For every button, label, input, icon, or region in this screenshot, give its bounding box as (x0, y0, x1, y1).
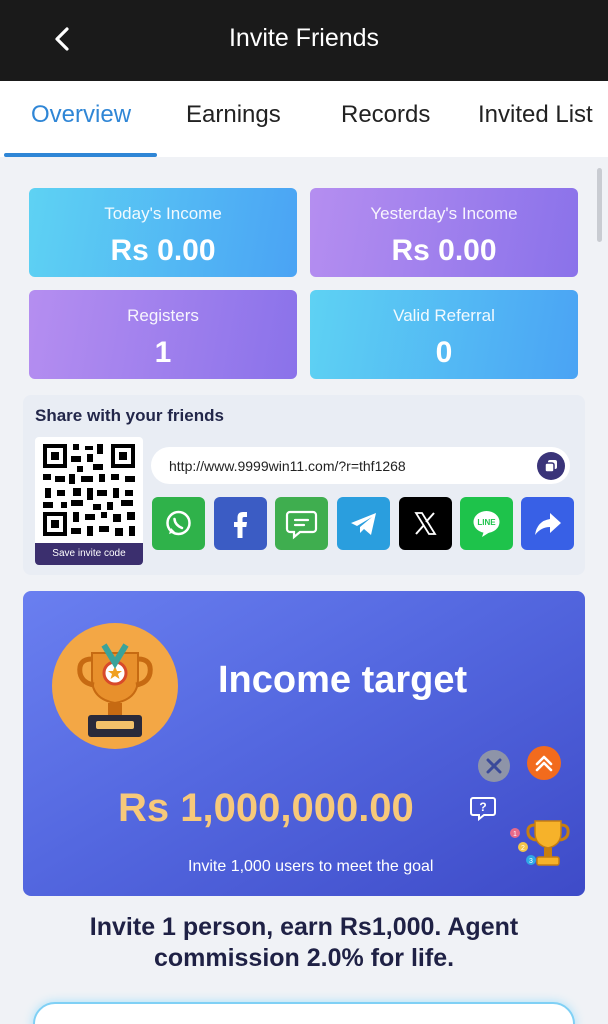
copy-icon (544, 460, 557, 473)
stat-value: 0 (435, 336, 453, 369)
stat-label: Today's Income (104, 204, 222, 223)
commission-promo-text: Invite 1 person, earn Rs1,000. Agent com… (0, 912, 608, 974)
invite-link-text: http://www.9999win11.com/?r=thf1268 (169, 458, 406, 474)
more-share-button[interactable] (521, 497, 574, 550)
income-target-card: Income target Rs 1,000,000.00 Invite 1,0… (23, 591, 585, 896)
share-icon (535, 513, 561, 535)
x-button[interactable] (399, 497, 452, 550)
promo-line-2: commission 2.0% for life. (153, 944, 455, 972)
share-title: Share with your friends (35, 406, 224, 425)
facebook-icon (234, 512, 247, 538)
tab-earnings[interactable]: Earnings (186, 101, 281, 129)
copy-button[interactable] (537, 452, 565, 480)
stat-label: Yesterday's Income (370, 204, 518, 223)
tab-records[interactable]: Records (341, 101, 430, 129)
goal-text: Invite 1,000 users to meet the goal (188, 858, 434, 875)
app-header: Invite Friends (0, 0, 608, 81)
registers-card: Registers 1 (29, 290, 297, 379)
stat-value: 1 (154, 336, 172, 369)
qr-code-icon (41, 442, 137, 538)
share-panel: Share with your friends Save invite code… (23, 395, 585, 575)
tab-overview[interactable]: Overview (31, 101, 131, 129)
trophy-badge (52, 623, 178, 749)
scrollbar[interactable] (597, 168, 602, 242)
svg-text:1: 1 (513, 831, 517, 838)
promo-line-1: Invite 1 person, earn Rs1,000. Agent (89, 913, 519, 941)
invite-link-field[interactable]: http://www.9999win11.com/?r=thf1268 (151, 447, 570, 484)
trophy-icon (77, 643, 153, 737)
yesterdays-income-card: Yesterday's Income Rs 0.00 (310, 188, 578, 277)
x-icon (414, 512, 437, 535)
tab-bar: Overview Earnings Records Invited List (0, 81, 608, 157)
scroll-top-icon[interactable] (526, 745, 562, 781)
svg-text:?: ? (479, 800, 486, 814)
qr-code[interactable]: Save invite code (35, 437, 143, 565)
telegram-button[interactable] (337, 497, 390, 550)
stat-label: Registers (127, 306, 199, 325)
ranking-trophy-icon[interactable]: 1 2 3 (507, 815, 577, 875)
svg-text:3: 3 (529, 858, 533, 865)
page-title: Invite Friends (228, 24, 380, 52)
next-section-card (33, 1002, 575, 1024)
whatsapp-button[interactable] (152, 497, 205, 550)
svg-text:LINE: LINE (477, 518, 496, 527)
valid-referral-card: Valid Referral 0 (310, 290, 578, 379)
stat-value: Rs 0.00 (391, 234, 497, 267)
telegram-icon (351, 513, 376, 535)
active-tab-indicator (4, 153, 157, 157)
tab-invited-list[interactable]: Invited List (478, 101, 593, 129)
line-button[interactable]: LINE (460, 497, 513, 550)
todays-income-card: Today's Income Rs 0.00 (29, 188, 297, 277)
close-icon[interactable] (477, 749, 511, 783)
line-icon: LINE (473, 511, 500, 537)
sms-button[interactable] (275, 497, 328, 550)
svg-text:2: 2 (521, 845, 525, 852)
stat-label: Valid Referral (393, 306, 495, 325)
income-target-title: Income target (218, 659, 468, 701)
save-invite-code-button[interactable]: Save invite code (35, 543, 143, 565)
stat-value: Rs 0.00 (110, 234, 216, 267)
sms-icon (285, 510, 318, 540)
whatsapp-icon (166, 510, 191, 536)
target-amount: Rs 1,000,000.00 (118, 786, 414, 830)
facebook-button[interactable] (214, 497, 267, 550)
help-icon[interactable]: ? (469, 794, 497, 822)
